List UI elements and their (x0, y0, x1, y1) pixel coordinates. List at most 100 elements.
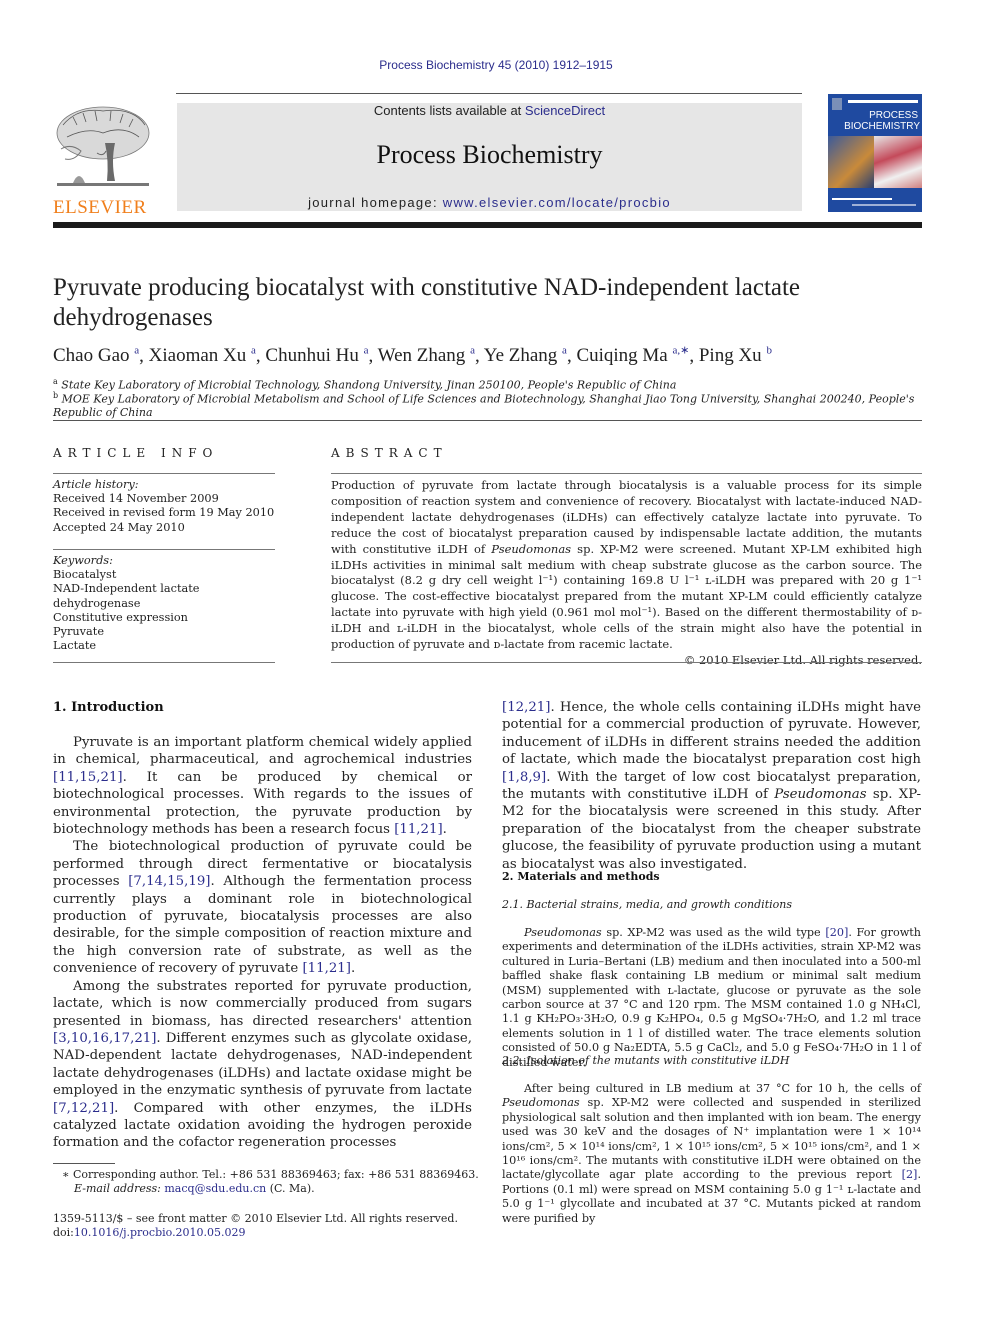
author[interactable]: Xiaoman Xu a (149, 345, 256, 366)
citation-link[interactable]: [7,14,15,19] (128, 874, 210, 889)
footnote-corresponding: ∗ Corresponding author. Tel.: +86 531 88… (62, 1168, 482, 1196)
affiliation-b: b MOE Key Laboratory of Microbial Metabo… (53, 391, 933, 419)
keyword: Biocatalyst (53, 568, 117, 582)
header-rule (176, 93, 802, 94)
elsevier-logo[interactable]: ELSEVIER (53, 103, 153, 218)
article-info-rule (53, 473, 275, 474)
paragraph: After being cultured in LB medium at 37 … (502, 1082, 921, 1225)
paragraph: Pseudomonas sp. XP-M2 was used as the wi… (502, 926, 921, 1069)
journal-homepage-line: journal homepage: www.elsevier.com/locat… (177, 195, 802, 210)
journal-cover-image[interactable]: PROCESS BIOCHEMISTRY (828, 94, 922, 212)
author-affil-mark[interactable]: a (134, 345, 139, 357)
paragraph: Pyruvate is an important platform chemic… (53, 735, 472, 838)
history-received: Received 14 November 2009 (53, 492, 219, 506)
subsection-heading-2-2: 2.2. Isolation of the mutants with const… (502, 1054, 790, 1067)
author-affil-mark[interactable]: a (470, 345, 475, 357)
cover-photo-right (874, 136, 922, 188)
contents-prefix: Contents lists available at (373, 103, 525, 118)
paper-title: Pyruvate producing biocatalyst with cons… (53, 274, 801, 331)
abstract-heading: ABSTRACT (331, 446, 448, 460)
affiliation-rule (53, 420, 922, 421)
keyword: Pyruvate (53, 625, 105, 639)
issn-line: 1359-5113/$ – see front matter © 2010 El… (53, 1212, 458, 1225)
contents-available-line: Contents lists available at ScienceDirec… (177, 103, 802, 118)
history-accepted: Accepted 24 May 2010 (53, 520, 185, 534)
keyword: Constitutive expression (53, 610, 188, 624)
keyword: Lactate (53, 639, 97, 653)
section-heading-introduction: 1. Introduction (53, 700, 164, 715)
front-matter: 1359-5113/$ – see front matter © 2010 El… (53, 1212, 483, 1240)
doi-line: doi:10.1016/j.procbio.2010.05.029 (53, 1226, 246, 1239)
citation-link[interactable]: [2] (902, 1168, 918, 1181)
author-affil-mark[interactable]: a (562, 345, 567, 357)
email-link[interactable]: macq@sdu.edu.cn (164, 1182, 266, 1195)
citation-link[interactable]: [7,12,21] (53, 1101, 114, 1116)
author[interactable]: Ye Zhang a (484, 345, 567, 366)
article-info-heading: ARTICLE INFO (53, 446, 219, 460)
article-history-label: Article history: (53, 478, 139, 491)
citation-link[interactable]: [20] (825, 926, 848, 939)
affiliation-text: State Key Laboratory of Microbial Techno… (61, 378, 677, 392)
article-history: Article history: Received 14 November 20… (53, 478, 275, 535)
author[interactable]: Chao Gao a (53, 345, 139, 366)
author[interactable]: Cuiqing Ma a,∗ (576, 345, 689, 366)
subsection-heading-2-1: 2.1. Bacterial strains, media, and growt… (502, 898, 792, 911)
email-label: E-mail address: (74, 1182, 165, 1195)
affiliation-mark: b (53, 391, 59, 400)
cover-top-bar (848, 100, 918, 103)
cover-logo-icon (832, 98, 842, 110)
article-info-bottom-rule (53, 662, 275, 663)
author[interactable]: Ping Xu b (699, 345, 772, 366)
history-revised: Received in revised form 19 May 2010 (53, 506, 275, 520)
keywords-block: Keywords: Biocatalyst NAD-Independent la… (53, 554, 275, 653)
affiliation-a: a State Key Laboratory of Microbial Tech… (53, 377, 933, 392)
citation-link[interactable]: [3,10,16,17,21] (53, 1031, 156, 1046)
introduction-body-left: Pyruvate is an important platform chemic… (53, 734, 472, 1152)
header-thick-rule (53, 222, 922, 228)
abstract-copyright: © 2010 Elsevier Ltd. All rights reserved… (683, 652, 922, 667)
keywords-label: Keywords: (53, 554, 113, 567)
abstract-rule (331, 473, 922, 474)
citation-link[interactable]: [11,21] (394, 822, 442, 837)
author-list: Chao Gao a, Xiaoman Xu a, Chunhui Hu a, … (53, 345, 772, 367)
cover-photo-left (828, 136, 874, 188)
cover-title-line1: PROCESS (869, 110, 918, 121)
journal-title: Process Biochemistry (376, 140, 603, 169)
sciencedirect-link[interactable]: ScienceDirect (525, 103, 605, 118)
citation-link[interactable]: [12,21] (502, 700, 550, 715)
cover-bottom-bar (832, 198, 892, 200)
homepage-prefix: journal homepage: (308, 195, 443, 210)
elsevier-tree-icon (56, 106, 150, 186)
elsevier-wordmark: ELSEVIER (53, 197, 147, 218)
doi-link[interactable]: 10.1016/j.procbio.2010.05.029 (74, 1226, 246, 1239)
corresponding-author-note: ∗ Corresponding author. Tel.: +86 531 88… (62, 1168, 479, 1181)
citation-link[interactable]: [11,21] (302, 961, 350, 976)
author-affil-mark[interactable]: a,∗ (673, 345, 690, 357)
methods-2-2-body: After being cultured in LB medium at 37 … (502, 1082, 921, 1226)
email-line: E-mail address: macq@sdu.edu.cn (C. Ma). (74, 1182, 315, 1195)
keywords-rule (53, 549, 275, 550)
methods-2-1-body: Pseudomonas sp. XP-M2 was used as the wi… (502, 926, 921, 1070)
cover-title-line2: BIOCHEMISTRY (844, 121, 920, 132)
journal-citation[interactable]: Process Biochemistry 45 (2010) 1912–1915 (0, 58, 992, 72)
footnote-rule (53, 1163, 115, 1164)
cover-bottom-text (852, 204, 916, 206)
keyword: NAD-Independent lactate dehydrogenase (53, 582, 200, 610)
paragraph: Among the substrates reported for pyruva… (53, 978, 472, 1151)
author[interactable]: Wen Zhang a (378, 345, 475, 366)
citation-link[interactable]: [11,15,21] (53, 770, 123, 785)
author-affil-mark[interactable]: a (364, 345, 369, 357)
journal-homepage-link[interactable]: www.elsevier.com/locate/procbio (443, 195, 671, 210)
paragraph: [12,21]. Hence, the whole cells containi… (502, 700, 921, 872)
abstract-body: Production of pyruvate from lactate thro… (331, 478, 922, 667)
abstract-bottom-rule (331, 662, 922, 663)
author-affil-mark[interactable]: b (766, 345, 772, 357)
paragraph: The biotechnological production of pyruv… (53, 839, 473, 977)
author[interactable]: Chunhui Hu a (265, 345, 368, 366)
section-heading-methods: 2. Materials and methods (502, 870, 660, 883)
affiliation-text: MOE Key Laboratory of Microbial Metaboli… (53, 392, 915, 419)
citation-link[interactable]: [1,8,9] (502, 770, 546, 785)
affiliation-mark: a (53, 377, 58, 386)
author-affil-mark[interactable]: a (251, 345, 256, 357)
introduction-body-right: [12,21]. Hence, the whole cells containi… (502, 699, 921, 873)
